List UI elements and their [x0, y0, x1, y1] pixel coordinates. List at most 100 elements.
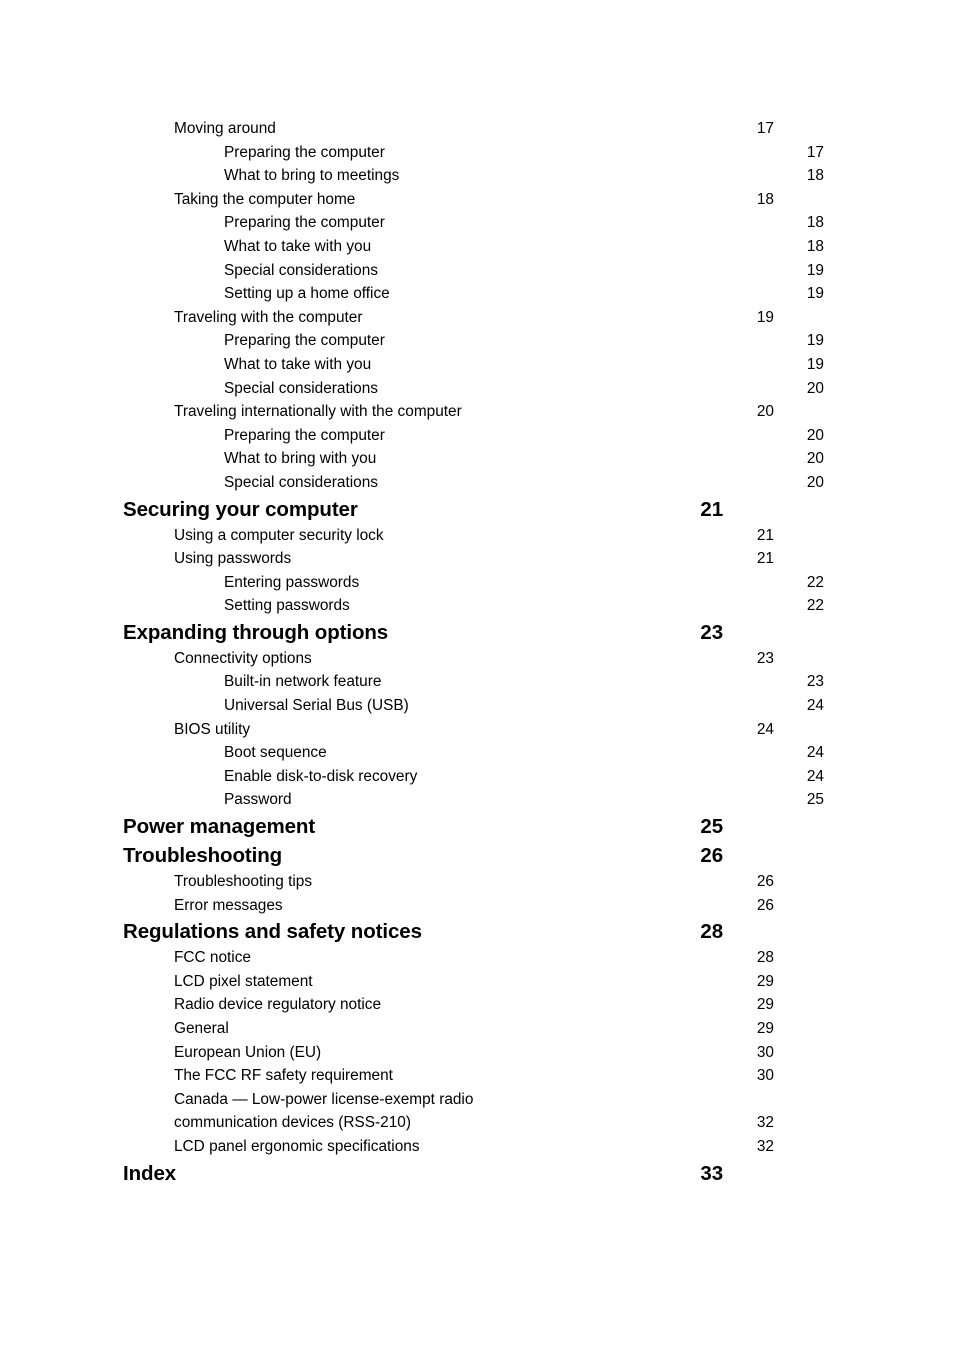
toc-entry-page-number: 28 [756, 949, 774, 967]
toc-entry[interactable]: Connectivity options 23 [174, 647, 774, 671]
toc-entry-page-number: 20 [756, 403, 774, 421]
toc-entry-title: BIOS utility [174, 720, 251, 738]
toc-entry[interactable]: LCD panel ergonomic specifications 32 [174, 1135, 774, 1159]
toc-entry-title: Special considerations [224, 473, 378, 491]
toc-entry-page-number: 28 [700, 920, 723, 944]
document-page: Moving around 17 Preparing the computer 17 W… [0, 0, 954, 1369]
toc-entry-page-number: 18 [756, 190, 774, 208]
toc-entry-title: Expanding through options [123, 620, 389, 644]
toc-entry[interactable]: The FCC RF safety requirement 30 [174, 1064, 774, 1088]
toc-entry[interactable]: European Union (EU) 30 [174, 1041, 774, 1065]
toc-entry-title: Index [123, 1161, 177, 1185]
toc-entry-page-number: 24 [806, 767, 824, 785]
toc-entry-title: Built-in network feature [224, 673, 382, 691]
toc-entry[interactable]: What to bring to meetings 18 [224, 164, 824, 188]
toc-entry-title: What to bring with you [224, 450, 377, 468]
toc-entry-page-number: 19 [756, 308, 774, 326]
toc-entry[interactable]: Traveling internationally with the compu… [174, 400, 774, 424]
toc-entry-page-number: 21 [756, 526, 774, 544]
toc-entry[interactable]: Setting up a home office 19 [224, 282, 824, 306]
toc-entry[interactable]: Moving around 17 [174, 117, 774, 141]
toc-entry-title: Canada — Low-power license-exempt radio [174, 1090, 474, 1108]
toc-entry[interactable]: General 29 [174, 1017, 774, 1041]
toc-entry[interactable]: Password 25 [224, 788, 824, 812]
toc-entry[interactable]: Boot sequence 24 [224, 741, 824, 765]
toc-entry-title: LCD panel ergonomic specifications [174, 1137, 420, 1155]
toc-entry-page-number: 23 [806, 673, 824, 691]
toc-entry-title: Preparing the computer [224, 214, 385, 232]
toc-entry[interactable]: Securing your computer 21 [123, 495, 723, 524]
toc-entry[interactable]: Preparing the computer 20 [224, 424, 824, 448]
toc-entry[interactable]: Traveling with the computer 19 [174, 306, 774, 330]
toc-entry-page-number: 20 [806, 379, 824, 397]
toc-entry-title: Moving around [174, 120, 276, 137]
toc-entry[interactable]: Setting passwords 22 [224, 594, 824, 618]
toc-entry-page-number: 19 [806, 355, 824, 373]
toc-entry[interactable]: Troubleshooting 26 [123, 841, 723, 870]
toc-entry[interactable]: Special considerations 20 [224, 377, 824, 401]
toc-entry-title: Connectivity options [174, 649, 312, 667]
toc-entry-page-number: 24 [806, 744, 824, 762]
toc-entry-title: Setting up a home office [224, 285, 390, 303]
toc-entry[interactable]: Preparing the computer 18 [224, 211, 824, 235]
toc-entry-title: Error messages [174, 896, 283, 914]
toc-entry[interactable]: Using passwords 21 [174, 547, 774, 571]
toc-entry[interactable]: Regulations and safety notices 28 [123, 917, 723, 946]
toc-entry-title: The FCC RF safety requirement [174, 1067, 393, 1085]
toc-entry[interactable]: Taking the computer home 18 [174, 188, 774, 212]
toc-entry[interactable]: Power management 25 [123, 812, 723, 841]
toc-entry-title: Special considerations [224, 261, 378, 279]
toc-entry[interactable]: Built-in network feature 23 [224, 670, 824, 694]
toc-entry-title: Using passwords [174, 550, 292, 568]
toc-entry-title: Radio device regulatory notice [174, 996, 382, 1014]
toc-entry[interactable]: Preparing the computer 19 [224, 329, 824, 353]
toc-entry-title: What to take with you [224, 237, 372, 255]
toc-entry[interactable]: Enable disk-to-disk recovery 24 [224, 765, 824, 789]
toc-entry-title: FCC notice [174, 949, 251, 967]
toc-entry-page-number: 24 [806, 697, 824, 715]
toc-entry[interactable]: Preparing the computer 17 [224, 141, 824, 165]
toc-entry[interactable]: FCC notice 28 [174, 946, 774, 970]
toc-entry-title: What to bring to meetings [224, 167, 400, 185]
toc-entry[interactable]: Entering passwords 22 [224, 571, 824, 595]
toc-entry[interactable]: Radio device regulatory notice 29 [174, 993, 774, 1017]
toc-entry-page-number: 29 [756, 996, 774, 1014]
toc-entry-title: Universal Serial Bus (USB) [224, 697, 409, 715]
toc-entry-page-number: 20 [806, 473, 824, 491]
toc-entry[interactable]: Troubleshooting tips 26 [174, 870, 774, 894]
toc-entry-title: Taking the computer home [174, 190, 356, 208]
toc-entry[interactable]: What to take with you 18 [224, 235, 824, 259]
toc-entry-title: What to take with you [224, 355, 372, 373]
toc-entry-title: Boot sequence [224, 744, 327, 762]
toc-entry-title-continued: communication devices (RSS-210) [174, 1114, 411, 1132]
toc-entry-page-number: 29 [756, 972, 774, 990]
toc-entry-title: Using a computer security lock [174, 526, 384, 544]
toc-entry-title: Power management [123, 815, 316, 839]
toc-entry-page-number: 17 [806, 143, 824, 161]
toc-entry-page-number: 18 [806, 167, 824, 185]
toc-entry-page-number: 21 [700, 497, 723, 521]
toc-entry-title: Troubleshooting tips [174, 873, 313, 891]
toc-entry[interactable]: Canada — Low-power license-exempt radio c… [174, 1088, 774, 1135]
toc-entry-title: Securing your computer [123, 497, 358, 521]
toc-entry[interactable]: LCD pixel statement 29 [174, 970, 774, 994]
toc-entry[interactable]: Index 33 [123, 1159, 723, 1188]
toc-entry[interactable]: Universal Serial Bus (USB) 24 [224, 694, 824, 718]
toc-entry[interactable]: Error messages 26 [174, 894, 774, 918]
toc-entry-page-number: 17 [756, 120, 774, 137]
toc-entry-title: European Union (EU) [174, 1043, 322, 1061]
toc-entry[interactable]: Using a computer security lock 21 [174, 524, 774, 548]
toc-entry-title: Setting passwords [224, 597, 350, 615]
toc-entry[interactable]: Special considerations 19 [224, 259, 824, 283]
toc-entry[interactable]: Special considerations 20 [224, 471, 824, 495]
toc-entry-title: Regulations and safety notices [123, 920, 422, 944]
toc-entry-page-number: 25 [700, 815, 723, 839]
toc-entry-page-number: 29 [756, 1020, 774, 1037]
table-of-contents: Moving around 17 Preparing the computer 17 W… [123, 117, 824, 1188]
toc-entry-page-number: 21 [756, 550, 774, 568]
toc-entry[interactable]: Expanding through options 23 [123, 618, 723, 647]
toc-entry[interactable]: BIOS utility 24 [174, 718, 774, 742]
toc-entry-title: Traveling internationally with the compu… [174, 403, 462, 421]
toc-entry[interactable]: What to bring with you 20 [224, 447, 824, 471]
toc-entry[interactable]: What to take with you 19 [224, 353, 824, 377]
